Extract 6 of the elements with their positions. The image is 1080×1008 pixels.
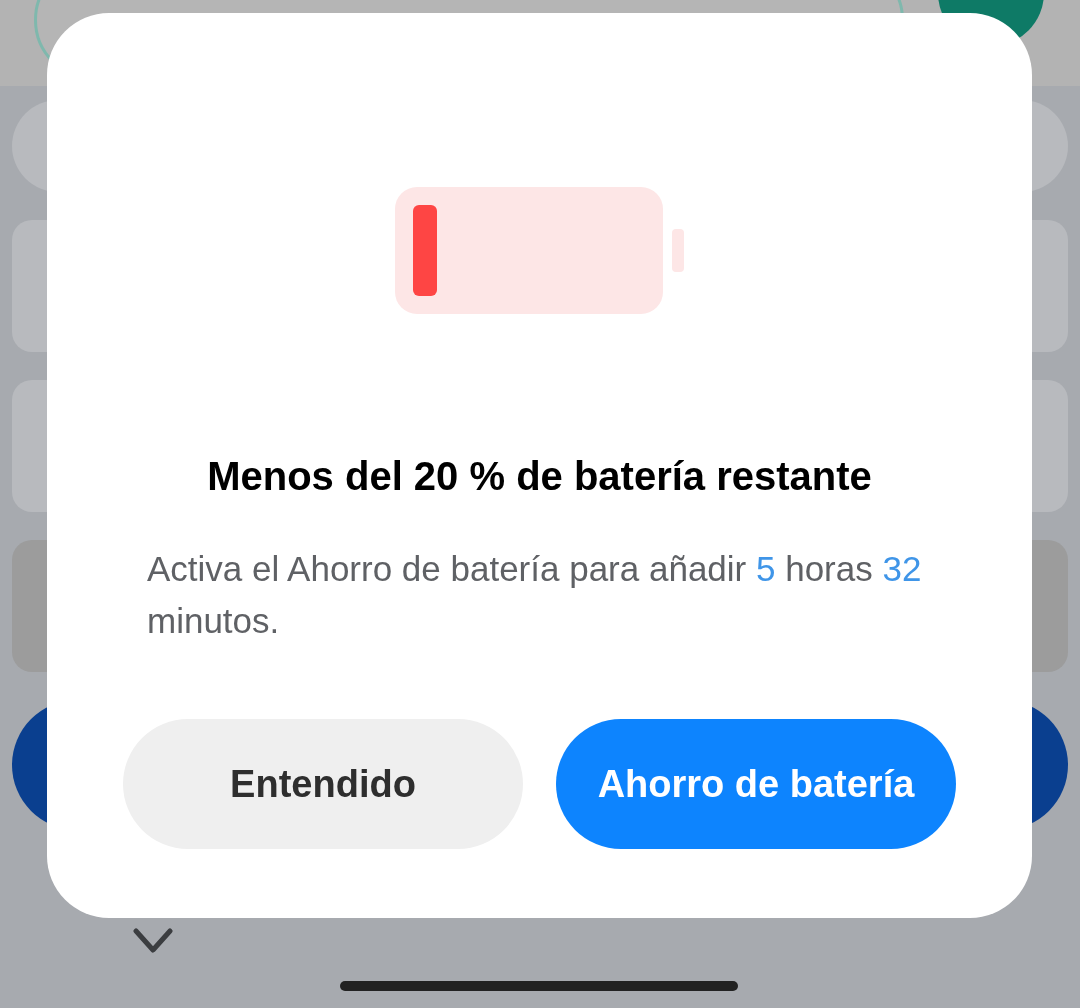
chevron-down-icon[interactable] xyxy=(133,928,173,954)
dialog-title: Menos del 20 % de batería restante xyxy=(207,454,872,499)
battery-icon xyxy=(394,187,685,314)
dialog-message: Activa el Ahorro de batería para añadir 5 horas 32 minutos. xyxy=(147,548,923,642)
battery-saver-button[interactable]: Ahorro de batería xyxy=(556,719,956,849)
dismiss-button[interactable]: Entendido xyxy=(123,719,523,849)
